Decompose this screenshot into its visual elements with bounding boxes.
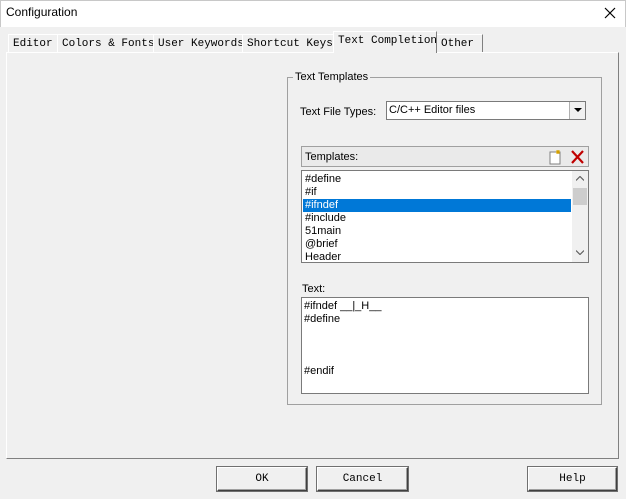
tab-label: Other <box>441 38 475 50</box>
scroll-thumb[interactable] <box>573 188 587 205</box>
close-icon <box>604 7 616 19</box>
window-title: Configuration <box>6 5 78 19</box>
chevron-down-icon <box>574 108 582 112</box>
list-item[interactable]: #if <box>303 186 571 199</box>
title-bar <box>0 0 626 27</box>
file-type-select[interactable]: C/C++ Editor files <box>386 101 586 120</box>
chevron-down-icon <box>576 250 584 255</box>
close-button[interactable] <box>596 2 624 24</box>
file-type-value: C/C++ Editor files <box>389 104 476 116</box>
tab-label: User Keywords <box>158 38 244 50</box>
text-label: Text: <box>302 283 326 295</box>
text-line: #ifndef __|_H__ <box>304 300 382 312</box>
tab-label: Shortcut Keys <box>247 38 333 50</box>
list-item[interactable]: 51main <box>303 225 571 238</box>
cancel-button[interactable]: Cancel <box>317 467 408 491</box>
tab-user-keywords[interactable]: User Keywords <box>153 34 244 53</box>
delete-template-button[interactable] <box>568 148 587 166</box>
tab-label: Text Completion <box>338 35 438 47</box>
help-button[interactable]: Help <box>528 467 617 491</box>
file-type-label: Text File Types: <box>300 106 377 118</box>
list-item-selected[interactable]: #ifndef <box>303 199 571 212</box>
list-item[interactable]: #define <box>303 173 571 186</box>
list-item[interactable]: @brief <box>303 238 571 251</box>
tab-label: Colors & Fonts <box>62 38 155 50</box>
delete-x-icon <box>571 150 584 164</box>
tab-label: Editor <box>13 38 53 50</box>
templates-list[interactable]: #define #if #ifndef #include 51main @bri… <box>301 170 589 263</box>
chevron-up-icon <box>576 176 584 181</box>
list-scrollbar[interactable] <box>572 171 588 262</box>
text-line: #define <box>304 313 341 325</box>
template-text-editor[interactable]: #ifndef __|_H__ #define #endif <box>301 297 589 394</box>
tab-text-completion[interactable]: Text Completion <box>333 31 437 53</box>
text-line: #endif <box>304 365 334 377</box>
tab-shortcut-keys[interactable]: Shortcut Keys <box>242 34 334 53</box>
ok-button[interactable]: OK <box>217 467 307 491</box>
scroll-down-button[interactable] <box>572 245 588 261</box>
templates-label: Templates: <box>305 151 359 163</box>
group-title: Text Templates <box>293 71 371 83</box>
tab-editor[interactable]: Editor <box>8 34 58 53</box>
tab-other[interactable]: Other <box>436 34 483 53</box>
templates-header: Templates: <box>301 146 589 167</box>
new-document-icon <box>549 150 561 165</box>
scroll-up-button[interactable] <box>572 171 588 187</box>
tab-colors-fonts[interactable]: Colors & Fonts <box>57 34 154 53</box>
list-item[interactable]: Header <box>303 251 571 262</box>
dropdown-button[interactable] <box>569 102 585 119</box>
new-template-button[interactable] <box>547 149 564 165</box>
list-item[interactable]: #include <box>303 212 571 225</box>
